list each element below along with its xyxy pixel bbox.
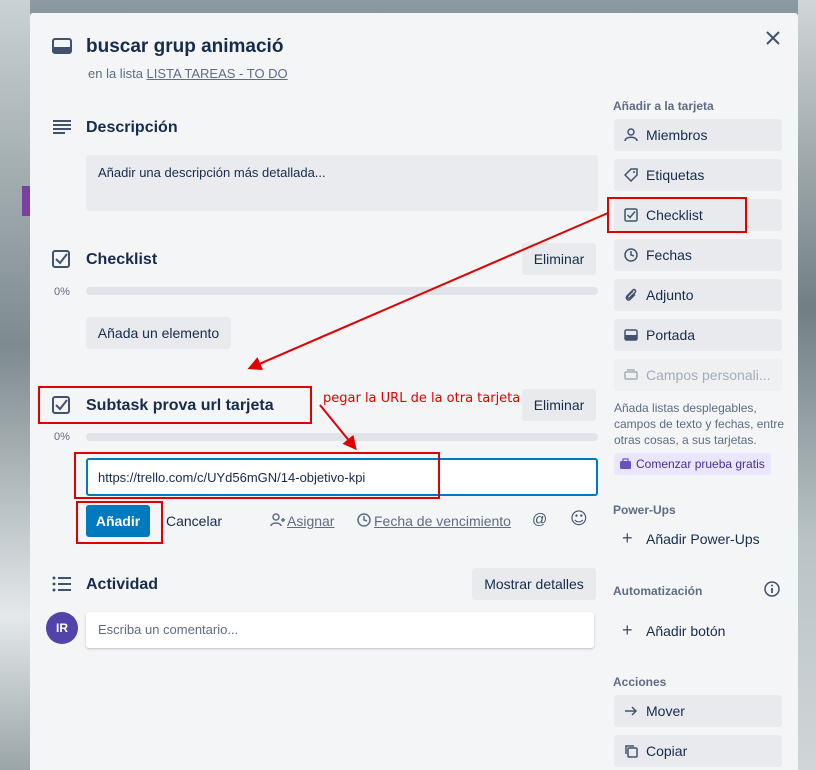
copy-button[interactable]: Copiar (614, 735, 782, 767)
card-detail-modal: buscar grup animació en la lista LISTA T… (30, 13, 798, 770)
cover-label: Portada (646, 327, 696, 343)
labels-button[interactable]: Etiquetas (614, 159, 782, 191)
attachment-button[interactable]: Adjunto (614, 279, 782, 311)
clock-icon (624, 248, 638, 262)
labels-label: Etiquetas (646, 167, 705, 183)
paperclip-icon (625, 288, 637, 301)
dates-button[interactable]: Fechas (614, 239, 782, 271)
trial-label: Comenzar prueba gratis (636, 457, 765, 471)
members-button[interactable]: Miembros (614, 119, 782, 151)
copy-label: Copiar (646, 743, 688, 759)
move-label: Mover (646, 703, 685, 719)
tag-icon (624, 168, 638, 182)
dates-label: Fechas (646, 247, 692, 263)
custom-fields-label: Campos personali... (646, 367, 771, 383)
add-to-card-label: Añadir a la tarjeta (613, 99, 714, 113)
custom-fields-description: Añada listas desplegables, campos de tex… (614, 401, 785, 447)
attachment-label: Adjunto (646, 287, 694, 303)
custom-fields-icon (624, 369, 638, 380)
board-label-strip (22, 186, 30, 216)
copy-icon (625, 745, 638, 758)
powerups-label: Power-Ups (613, 503, 676, 517)
info-icon[interactable] (764, 581, 780, 597)
members-label: Miembros (646, 127, 708, 143)
add-powerups-label: Añadir Power-Ups (646, 531, 760, 547)
add-button-label: Añadir botón (646, 623, 726, 639)
trial-button[interactable]: Comenzar prueba gratis (614, 453, 771, 475)
board-right-strip (798, 0, 816, 770)
plus-icon: + (622, 528, 633, 548)
card-cover-icon (624, 329, 638, 341)
board-left-strip (0, 0, 30, 770)
cover-button[interactable]: Portada (614, 319, 782, 351)
automation-label: Automatización (613, 584, 703, 598)
plus-icon: + (622, 620, 633, 640)
add-automation-button[interactable]: + Añadir botón (614, 619, 782, 643)
annotation-box-checklist (607, 197, 747, 233)
arrow-right-icon (625, 706, 638, 716)
custom-fields-button[interactable]: Campos personali... (614, 359, 782, 391)
person-icon (624, 128, 638, 142)
actions-label: Acciones (613, 675, 667, 689)
move-button[interactable]: Mover (614, 695, 782, 727)
add-powerups-button[interactable]: + Añadir Power-Ups (614, 527, 782, 551)
briefcase-icon (620, 458, 631, 469)
